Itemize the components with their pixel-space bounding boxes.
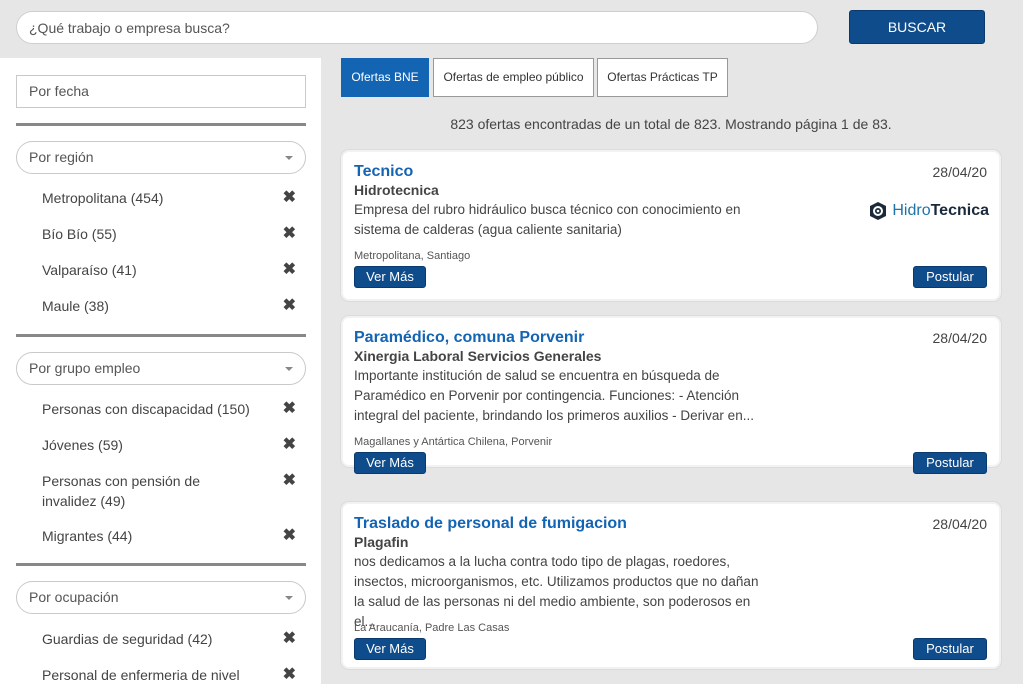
occupation-dropdown[interactable]: Por ocupación [16,581,306,614]
job-description: nos dedicamos a la lucha contra todo tip… [354,554,759,629]
employment-group-dropdown-label: Por grupo empleo [29,360,141,376]
tab-empleo-publico[interactable]: Ofertas de empleo público [433,58,594,97]
job-description: Empresa del rubro hidráulico busca técni… [354,202,741,237]
logo-text-bold: Tecnica [930,202,989,219]
occupation-dropdown-label: Por ocupación [29,589,119,605]
filter-item: Personas con discapacidad (150) ✖ [42,399,306,419]
job-date: 28/04/20 [932,164,988,180]
chevron-down-icon [285,596,293,600]
tab-ofertas-bne[interactable]: Ofertas BNE [341,58,429,97]
job-company: Hidrotecnica [354,182,439,198]
filter-item-label: Personal de enfermeria de nivel [42,667,240,683]
filters-sidebar: Por fecha Por región Metropolitana (454)… [0,58,321,684]
search-button[interactable]: BUSCAR [849,10,985,44]
divider [16,334,306,337]
filter-item-label: Personas con pensión de invalidez (49) [42,473,200,509]
apply-button[interactable]: Postular [913,638,987,660]
job-description: Importante institución de salud se encue… [354,368,754,423]
job-card: Tecnico 28/04/20 Hidrotecnica Empresa de… [341,150,1001,301]
remove-icon[interactable]: ✖ [283,526,296,546]
remove-icon[interactable]: ✖ [283,260,296,280]
filter-item-label: Bío Bío (55) [42,226,117,242]
filter-item: Bío Bío (55) ✖ [42,224,306,244]
filter-item-label: Migrantes (44) [42,528,133,544]
remove-icon[interactable]: ✖ [283,471,296,491]
filter-item: Maule (38) ✖ [42,296,306,316]
job-location: La Araucanía, Padre Las Casas [354,622,510,634]
job-title-link[interactable]: Paramédico, comuna Porvenir [354,329,584,347]
filter-item-label: Jóvenes (59) [42,437,123,453]
hidrotecnica-logo-icon [870,202,887,220]
remove-icon[interactable]: ✖ [283,665,296,684]
filter-item: Valparaíso (41) ✖ [42,260,306,280]
job-title-link[interactable]: Traslado de personal de fumigacion [354,515,627,533]
remove-icon[interactable]: ✖ [283,296,296,316]
job-company: Xinergia Laboral Servicios Generales [354,348,602,364]
filter-item: Personal de enfermeria de nivel ✖ [42,665,306,684]
remove-icon[interactable]: ✖ [283,435,296,455]
job-title-link[interactable]: Tecnico [354,163,413,181]
region-dropdown-label: Por región [29,149,94,165]
region-dropdown[interactable]: Por región [16,141,306,174]
apply-button[interactable]: Postular [913,452,987,474]
remove-icon[interactable]: ✖ [283,224,296,244]
search-bar: BUSCAR [0,0,1023,58]
filter-item-label: Valparaíso (41) [42,262,137,278]
divider [16,563,306,566]
filter-item-label: Metropolitana (454) [42,190,164,206]
job-location: Magallanes y Antártica Chilena, Porvenir [354,436,553,448]
view-more-button[interactable]: Ver Más [354,638,426,660]
search-input[interactable] [16,11,818,44]
remove-icon[interactable]: ✖ [283,188,296,208]
remove-icon[interactable]: ✖ [283,629,296,649]
view-more-button[interactable]: Ver Más [354,452,426,474]
date-filter-input[interactable]: Por fecha [16,75,306,108]
filter-item-label: Guardias de seguridad (42) [42,631,213,647]
filter-item: Metropolitana (454) ✖ [42,188,306,208]
chevron-down-icon [285,156,293,160]
filter-item-label: Maule (38) [42,298,109,314]
filter-item: Migrantes (44) ✖ [42,526,306,546]
remove-icon[interactable]: ✖ [283,399,296,419]
job-location: Metropolitana, Santiago [354,250,471,262]
chevron-down-icon [285,367,293,371]
job-date: 28/04/20 [932,516,988,532]
filter-item: Jóvenes (59) ✖ [42,435,306,455]
employment-group-dropdown[interactable]: Por grupo empleo [16,352,306,385]
logo-text-light: Hidro [892,202,931,219]
divider [16,123,306,126]
job-card: Traslado de personal de fumigacion 28/04… [341,502,1001,669]
filter-item: Personas con pensión de invalidez (49) ✖ [42,471,306,511]
job-company: Plagafin [354,534,409,550]
filter-item: Guardias de seguridad (42) ✖ [42,629,306,649]
results-summary: 823 ofertas encontradas de un total de 8… [450,116,892,132]
company-logo: Hidro Tecnica [868,200,989,222]
apply-button[interactable]: Postular [913,266,987,288]
filter-item-label: Personas con discapacidad (150) [42,401,250,417]
view-more-button[interactable]: Ver Más [354,266,426,288]
tab-practicas-tp[interactable]: Ofertas Prácticas TP [597,58,728,97]
job-card: Paramédico, comuna Porvenir 28/04/20 Xin… [341,316,1001,474]
job-date: 28/04/20 [932,330,988,346]
